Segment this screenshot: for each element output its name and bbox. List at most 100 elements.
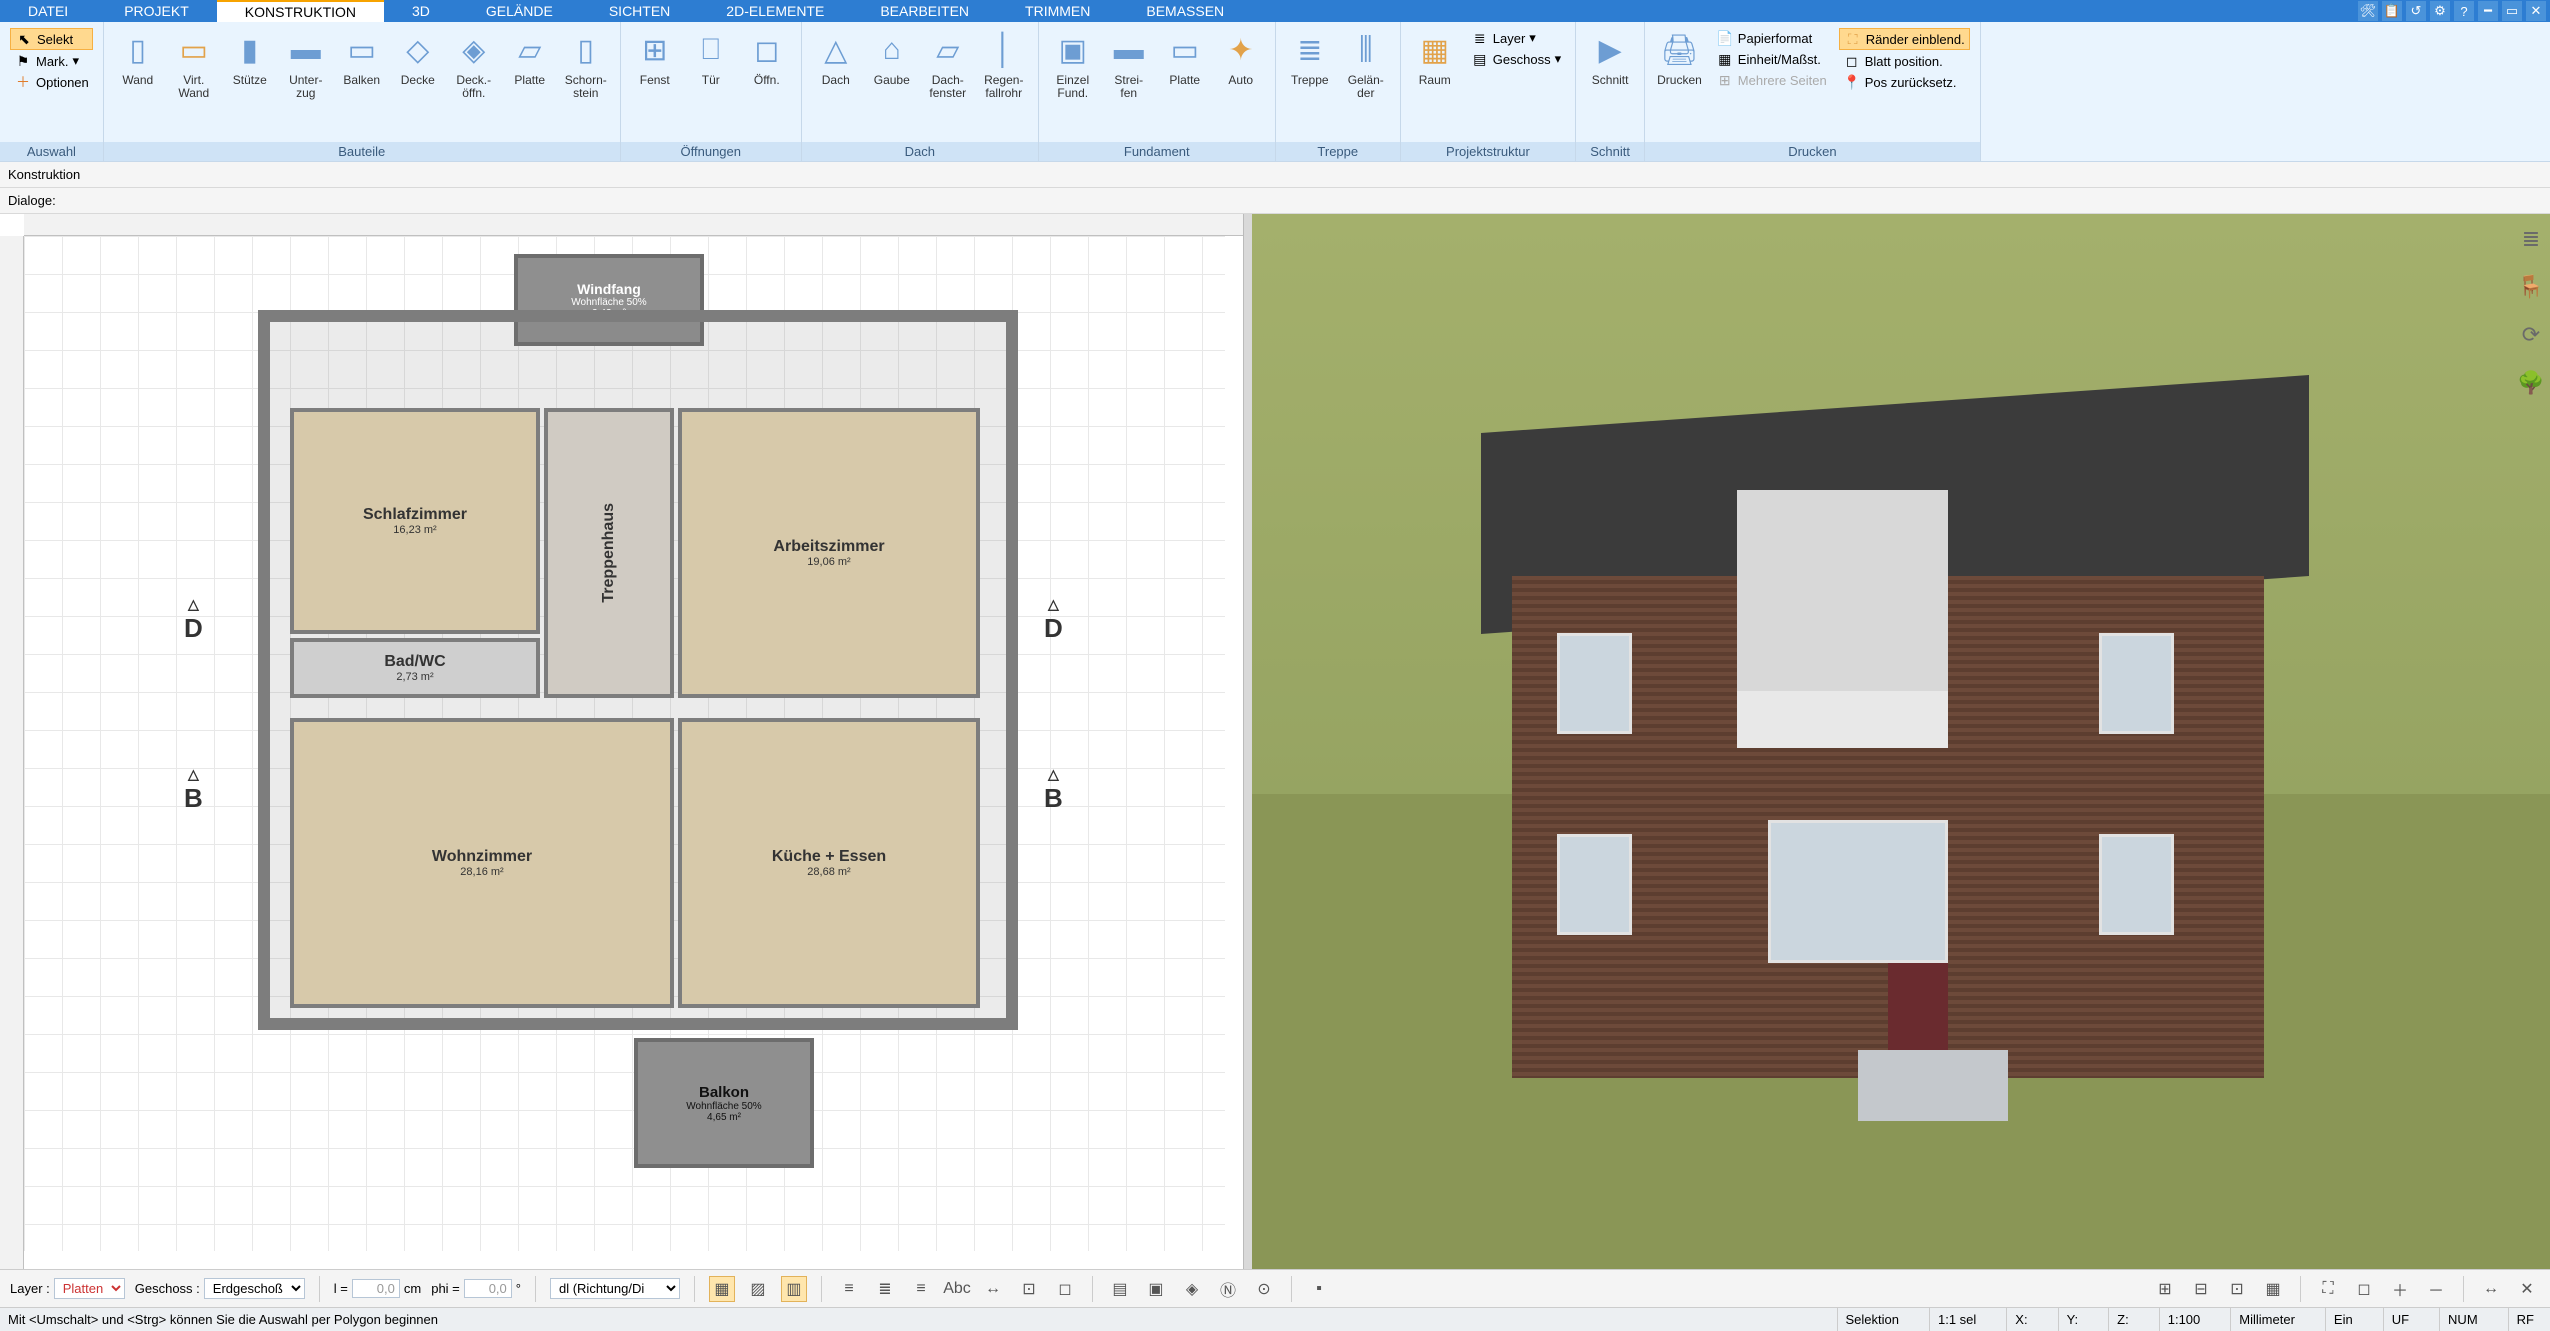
gelaender-button[interactable]: ⫼Gelän- der [1338,26,1394,102]
selekt-button[interactable]: ⬉Selekt [10,28,93,50]
zoom-window-icon[interactable]: ◻ [2351,1276,2377,1302]
balken-button[interactable]: ▭Balken [334,26,390,89]
align-left-icon[interactable]: ≡ [836,1276,862,1302]
room-treppenhaus[interactable]: Treppenhaus [544,408,674,698]
settings-icon[interactable]: ⚙ [2430,1,2450,21]
geschoss-select[interactable]: Erdgeschoß [204,1278,305,1299]
menu-tab-gelaende[interactable]: GELÄNDE [458,0,581,22]
platte-fund-button[interactable]: ▭Platte [1157,26,1213,89]
wand-button[interactable]: ▯Wand [110,26,166,89]
schornstein-button[interactable]: ▯Schorn- stein [558,26,614,102]
copy-tool-icon[interactable]: ▣ [1143,1276,1169,1302]
window-close-icon[interactable]: ✕ [2526,1,2546,21]
menu-tab-datei[interactable]: DATEI [0,0,96,22]
crop-icon[interactable]: ◻ [1052,1276,1078,1302]
streifen-button[interactable]: ▬Strei- fen [1101,26,1157,102]
papierformat-button[interactable]: 📄Papierformat [1712,28,1831,48]
room-wohnzimmer[interactable]: Wohnzimmer28,16 m² [290,718,674,1008]
north-icon[interactable]: Ⓝ [1215,1276,1241,1302]
grid-toggle-icon[interactable]: ▦ [709,1276,735,1302]
zoom-in-icon[interactable]: ＋ [2387,1276,2413,1302]
help-icon[interactable]: ? [2454,1,2474,21]
window-restore-icon[interactable]: ▭ [2502,1,2522,21]
splitter[interactable] [1244,214,1252,1269]
regenfallrohr-button[interactable]: │Regen- fallrohr [976,26,1032,102]
menu-tab-trimmen[interactable]: TRIMMEN [997,0,1118,22]
einheit-button[interactable]: ▦Einheit/Maßst. [1712,49,1831,69]
view2-icon[interactable]: ⊟ [2188,1276,2214,1302]
mark-button[interactable]: ⚑Mark. ▾ [10,51,93,71]
menu-tab-konstruktion[interactable]: KONSTRUKTION [217,0,384,22]
sync-icon[interactable]: ↺ [2406,1,2426,21]
room-arbeitszimmer[interactable]: Arbeitszimmer19,06 m² [678,408,980,698]
orbit-icon[interactable]: ⟳ [2516,320,2546,350]
room-schlafzimmer[interactable]: Schlafzimmer16,23 m² [290,408,540,634]
plan-canvas[interactable]: Windfang Wohnfläche 50% 2,43 m² Schlafzi… [24,236,1225,1251]
einzelfund-button[interactable]: ▣Einzel Fund. [1045,26,1101,102]
deckoeffn-button[interactable]: ◈Deck.- öffn. [446,26,502,102]
measure-icon[interactable]: ↔ [2478,1276,2504,1302]
oeffnung-button[interactable]: ◻Öffn. [739,26,795,89]
menu-tab-sichten[interactable]: SICHTEN [581,0,698,22]
color-toggle-icon[interactable]: ▥ [781,1276,807,1302]
menu-tab-3d[interactable]: 3D [384,0,458,22]
l-input[interactable] [352,1279,400,1298]
fenster-button[interactable]: ⊞Fenst [627,26,683,89]
view1-icon[interactable]: ⊞ [2152,1276,2178,1302]
3d-view-pane[interactable]: ≣ 🪑 ⟳ 🌳 [1252,214,2550,1269]
optionen-button[interactable]: ＋Optionen [10,72,93,92]
view3-icon[interactable]: ⊡ [2224,1276,2250,1302]
menu-tab-bearbeiten[interactable]: BEARBEITEN [852,0,997,22]
tree-icon[interactable]: 🌳 [2516,368,2546,398]
menu-tab-projekt[interactable]: PROJEKT [96,0,217,22]
align-right-icon[interactable]: ≡ [908,1276,934,1302]
decke-button[interactable]: ◇Decke [390,26,446,89]
snap-icon[interactable]: ⊡ [1016,1276,1042,1302]
tool-icon[interactable]: 🛠 [2358,1,2378,21]
dachfenster-button[interactable]: ▱Dach- fenster [920,26,976,102]
layer-select[interactable]: Platten [54,1278,125,1299]
menu-tab-2d-elemente[interactable]: 2D-ELEMENTE [698,0,852,22]
text-icon[interactable]: Abc [944,1276,970,1302]
platte-button[interactable]: ▱Platte [502,26,558,89]
raum-button[interactable]: ▦Raum [1407,26,1463,89]
zoom-out-icon[interactable]: － [2423,1276,2449,1302]
gaube-button[interactable]: ⌂Gaube [864,26,920,89]
window-minimize-icon[interactable]: ━ [2478,1,2498,21]
view4-icon[interactable]: ▦ [2260,1276,2286,1302]
dach-button[interactable]: △Dach [808,26,864,89]
pos-reset-button[interactable]: 📍Pos zurücksetz. [1839,72,1970,92]
tuer-button[interactable]: ⎕Tür [683,26,739,89]
room-bad-wc[interactable]: Bad/WC2,73 m² [290,638,540,698]
hatch-toggle-icon[interactable]: ▨ [745,1276,771,1302]
plan-view-pane[interactable]: Windfang Wohnfläche 50% 2,43 m² Schlafzi… [0,214,1244,1269]
richtung-select[interactable]: dl (Richtung/Di [550,1278,680,1299]
layer-dropdown[interactable]: ≣Layer ▾ [1467,28,1565,48]
mehrere-seiten-button[interactable]: ⊞Mehrere Seiten [1712,70,1831,90]
render-icon[interactable]: ▪ [1306,1276,1332,1302]
menu-tab-bemassen[interactable]: BEMASSEN [1118,0,1252,22]
zoom-extents-icon[interactable]: ⛶ [2315,1276,2341,1302]
auto-fund-button[interactable]: ✦Auto [1213,26,1269,89]
layers-3d-icon[interactable]: ≣ [2516,224,2546,254]
drucken-button[interactable]: 🖨Drucken [1651,26,1708,89]
stuetze-button[interactable]: ▮Stütze [222,26,278,89]
unterzug-button[interactable]: ▬Unter- zug [278,26,334,102]
phi-input[interactable] [464,1279,512,1298]
close-view-icon[interactable]: ✕ [2514,1276,2540,1302]
room-balkon[interactable]: Balkon Wohnfläche 50% 4,65 m² [634,1038,814,1168]
schnitt-button[interactable]: ▶Schnitt [1582,26,1638,89]
raender-button[interactable]: ⛶Ränder einblend. [1839,28,1970,50]
furniture-icon[interactable]: 🪑 [2516,272,2546,302]
layer-tool-icon[interactable]: ▤ [1107,1276,1133,1302]
clipboard-icon[interactable]: 📋 [2382,1,2402,21]
virt-wand-button[interactable]: ▭Virt. Wand [166,26,222,102]
blatt-position-button[interactable]: ◻Blatt position. [1839,51,1970,71]
align-center-icon[interactable]: ≣ [872,1276,898,1302]
3d-viewport[interactable] [1252,214,2550,1269]
shape-tool-icon[interactable]: ◈ [1179,1276,1205,1302]
compass-icon[interactable]: ⊙ [1251,1276,1277,1302]
treppe-button[interactable]: ≣Treppe [1282,26,1338,89]
room-kueche-essen[interactable]: Küche + Essen28,68 m² [678,718,980,1008]
dimension-icon[interactable]: ↔ [980,1276,1006,1302]
